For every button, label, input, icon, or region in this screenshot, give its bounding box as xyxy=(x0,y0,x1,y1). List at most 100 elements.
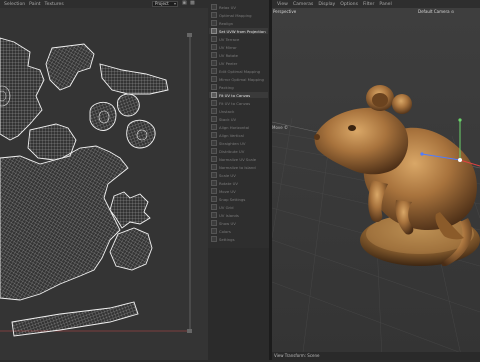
tool-icon xyxy=(211,164,217,170)
tool-icon xyxy=(211,52,217,58)
tool-icon xyxy=(211,188,217,194)
tool-icon xyxy=(211,116,217,122)
tool-label: Fit UV to Canvas xyxy=(219,100,251,106)
tool-icon xyxy=(211,76,217,82)
tool-label: Stack UV xyxy=(219,116,237,122)
tool-label: Straighten UV xyxy=(219,140,246,146)
tool-label: Settings xyxy=(219,236,235,242)
tool-item[interactable]: UV Grid xyxy=(209,204,268,210)
tool-label: Align Horizontal xyxy=(219,124,250,130)
tool-icon xyxy=(211,228,217,234)
tool-label: Unstack xyxy=(219,108,235,114)
tool-item[interactable]: Edit Optimal Mapping xyxy=(209,68,268,74)
move-label: Move © xyxy=(272,125,288,130)
tool-item[interactable]: Snap Settings xyxy=(209,196,268,202)
tool-icon xyxy=(211,28,217,34)
tool-label: Show UV xyxy=(219,220,236,226)
tool-item[interactable]: Set UVW from Projection xyxy=(209,28,268,34)
tool-label: Set UVW from Projection xyxy=(219,28,266,34)
tool-item[interactable]: Fit UV to Canvas xyxy=(209,92,268,98)
tool-item[interactable]: Show UV xyxy=(209,220,268,226)
tool-item[interactable]: Relax UV xyxy=(209,4,268,10)
tool-icon xyxy=(211,156,217,162)
tool-icon xyxy=(211,92,217,98)
tool-label: Relax UV xyxy=(219,4,237,10)
tool-item[interactable]: Normalize to Island xyxy=(209,164,268,170)
tool-item[interactable]: UV Rotate xyxy=(209,52,268,58)
tool-item[interactable]: UV Peeler xyxy=(209,60,268,66)
tool-icon xyxy=(211,60,217,66)
uv-island xyxy=(45,43,95,91)
tool-item[interactable]: Colors xyxy=(209,228,268,234)
tool-item[interactable]: UV Mirror xyxy=(209,44,268,50)
tool-label: Realign xyxy=(219,20,234,26)
tool-item[interactable]: Unstack xyxy=(209,108,268,114)
tool-label: Colors xyxy=(219,228,231,234)
tool-label: UV Grid xyxy=(219,204,234,210)
tool-item[interactable]: Stack UV xyxy=(209,116,268,122)
menu-display[interactable]: Display xyxy=(318,2,335,7)
menu-options[interactable]: Options xyxy=(340,2,358,7)
tool-icon xyxy=(211,180,217,186)
viewport-status: View Transform: Scene xyxy=(272,352,480,360)
tool-item[interactable]: UV Terrace xyxy=(209,36,268,42)
tool-item[interactable]: Packing xyxy=(209,84,268,90)
tool-item[interactable]: Normalize UV Scale xyxy=(209,156,268,162)
tool-label: UV Rotate xyxy=(219,52,239,58)
tool-item[interactable]: Rotate UV xyxy=(209,180,268,186)
tool-label: Packing xyxy=(219,84,234,90)
menu-textures[interactable]: Textures xyxy=(45,2,64,7)
tool-item[interactable]: UV Islands xyxy=(209,212,268,218)
tool-icon xyxy=(211,212,217,218)
tool-icon xyxy=(211,4,217,10)
tool-label: Normalize UV Scale xyxy=(219,156,257,162)
tool-icon xyxy=(211,44,217,50)
image-icon[interactable]: ▩ xyxy=(190,1,195,6)
tool-icon xyxy=(211,236,217,242)
menu-panel[interactable]: Panel xyxy=(379,2,391,7)
menu-selection[interactable]: Selection xyxy=(4,2,25,7)
tool-item[interactable]: Optimal Mapping xyxy=(209,12,268,18)
tool-icon xyxy=(211,140,217,146)
tool-icon xyxy=(211,36,217,42)
menu-cameras[interactable]: Cameras xyxy=(293,2,313,7)
menu-paint[interactable]: Paint xyxy=(29,2,40,7)
canvas-corner-marker xyxy=(187,33,192,37)
tool-item[interactable]: Fit UV to Canvas xyxy=(209,100,268,106)
tool-label: Snap Settings xyxy=(219,196,246,202)
tool-icon xyxy=(211,84,217,90)
mouse-nose xyxy=(314,134,320,140)
uv-island xyxy=(89,101,117,131)
viewport-camera[interactable]: Default Camera ⊙ xyxy=(418,9,454,14)
tool-icon xyxy=(211,100,217,106)
tool-item[interactable]: Settings xyxy=(209,236,268,242)
tool-label: Align Vertical xyxy=(219,132,244,138)
menu-filter[interactable]: Filter xyxy=(363,2,374,7)
menu-view[interactable]: View xyxy=(277,2,288,7)
lock-icon[interactable]: ▣ xyxy=(182,1,187,6)
tool-label: Distribute UV xyxy=(219,148,245,154)
tool-label: Optimal Mapping xyxy=(219,12,252,18)
tool-label: UV Mirror xyxy=(219,44,237,50)
tool-item[interactable]: Align Vertical xyxy=(209,132,268,138)
3d-viewport[interactable]: Perspective Default Camera ⊙ Move © xyxy=(272,8,480,360)
tool-item[interactable]: Move UV xyxy=(209,188,268,194)
uv-map xyxy=(0,33,192,337)
tool-item[interactable]: Scale UV xyxy=(209,172,268,178)
tool-item[interactable]: Distribute UV xyxy=(209,148,268,154)
tool-item[interactable]: Align Horizontal xyxy=(209,124,268,130)
tool-icon xyxy=(211,196,217,202)
mouse-eye xyxy=(348,125,356,131)
project-select[interactable]: Project xyxy=(152,1,178,7)
tool-icon xyxy=(211,148,217,154)
viewport-menubar: View Cameras Display Options Filter Pane… xyxy=(272,0,480,8)
uv-island xyxy=(0,145,129,301)
uv-canvas[interactable] xyxy=(0,8,208,360)
tool-item[interactable]: Mirror Optimal Mapping xyxy=(209,76,268,82)
uv-island xyxy=(0,37,45,141)
canvas-corner-marker xyxy=(187,329,192,333)
viewport-projection[interactable]: Perspective xyxy=(273,9,296,14)
tool-item[interactable]: Straighten UV xyxy=(209,140,268,146)
tool-item[interactable]: Realign xyxy=(209,20,268,26)
tool-label: Normalize to Island xyxy=(219,164,256,170)
